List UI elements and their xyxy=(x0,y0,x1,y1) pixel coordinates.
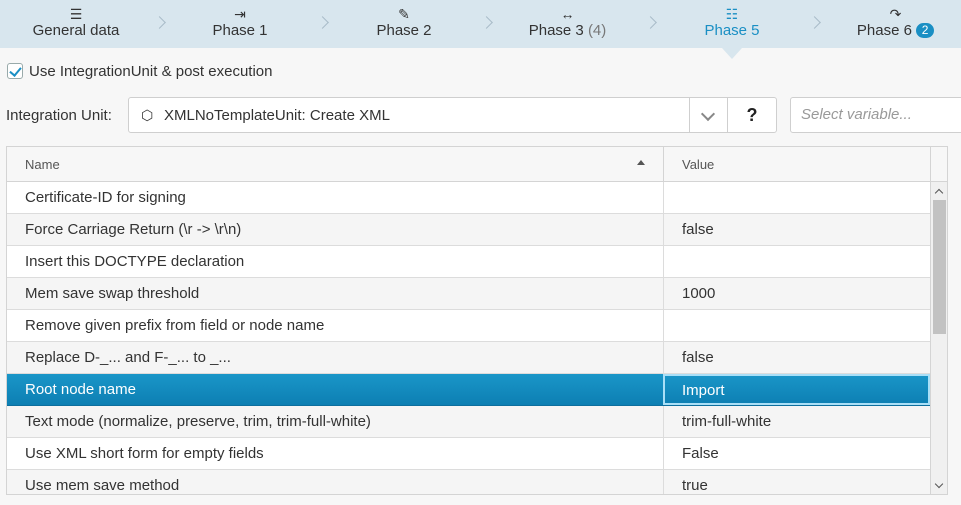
phase-6[interactable]: ↷ Phase 6 2 xyxy=(848,0,943,48)
phase-label: Phase 1 xyxy=(212,22,268,39)
integration-unit-select[interactable]: ⬡ XMLNoTemplateUnit: Create XML xyxy=(128,97,728,133)
phase-label: Phase 2 xyxy=(376,22,432,39)
use-integration-unit-row[interactable]: Use IntegrationUnit & post execution xyxy=(7,62,272,80)
select-variable-input[interactable]: Select variable... xyxy=(790,97,961,133)
property-name-cell: Use mem save method xyxy=(25,477,180,494)
table-row[interactable]: Root node name Import xyxy=(7,374,930,406)
header-corner xyxy=(930,147,947,181)
property-value-cell[interactable]: 1000 xyxy=(663,278,930,309)
phase-3[interactable]: ↔ Phase 3 (4) xyxy=(515,0,620,48)
phase-label: Phase 5 xyxy=(704,22,760,39)
chevron-right-icon xyxy=(480,16,493,29)
table-row[interactable]: Text mode (normalize, preserve, trim, tr… xyxy=(7,406,930,438)
use-integration-unit-label[interactable]: Use IntegrationUnit & post execution xyxy=(29,63,272,80)
step-in-icon: ⇥ xyxy=(234,6,246,22)
phase-general-data[interactable]: ☰ General data xyxy=(20,0,132,48)
scroll-down-icon[interactable] xyxy=(934,479,944,489)
share-arrow-icon: ↷ xyxy=(889,6,902,22)
grid-header: Name Value xyxy=(7,147,947,182)
property-value-cell[interactable] xyxy=(663,182,930,213)
property-value-cell[interactable]: trim-full-white xyxy=(663,406,930,437)
property-value-cell[interactable]: false xyxy=(663,342,930,373)
arrows-horizontal-icon: ↔ xyxy=(560,6,575,22)
property-value-cell[interactable] xyxy=(663,310,930,341)
file-edit-icon: ✎ xyxy=(398,6,410,22)
table-row[interactable]: Insert this DOCTYPE declaration xyxy=(7,246,930,278)
phase-label: Phase 6 2 xyxy=(848,22,943,40)
table-row[interactable]: Force Carriage Return (\r -> \r\n) false xyxy=(7,214,930,246)
table-row[interactable]: Mem save swap threshold 1000 xyxy=(7,278,930,310)
integration-unit-value: XMLNoTemplateUnit: Create XML xyxy=(164,107,390,124)
phase-label: General data xyxy=(32,22,120,39)
phase-badge: 2 xyxy=(916,23,935,38)
property-name-cell: Force Carriage Return (\r -> \r\n) xyxy=(25,221,242,238)
table-row[interactable]: Certificate-ID for signing xyxy=(7,182,930,214)
property-name-cell: Mem save swap threshold xyxy=(25,285,200,302)
property-name-cell: Use XML short form for empty fields xyxy=(25,445,264,462)
cubes-icon: ⬡ xyxy=(141,107,154,123)
property-name-cell: Replace D-_... and F-_... to _... xyxy=(25,349,231,366)
property-value-cell[interactable] xyxy=(663,246,930,277)
grid-body: Certificate-ID for signing Force Carriage… xyxy=(7,182,930,494)
column-header-name[interactable]: Name xyxy=(25,157,60,172)
chevron-down-icon[interactable] xyxy=(689,98,727,132)
phase-navigation: ☰ General data ⇥ Phase 1 ✎ Phase 2 ↔ Pha… xyxy=(0,0,961,48)
list-icon: ☰ xyxy=(69,6,83,22)
property-value-cell[interactable]: Import xyxy=(663,374,930,405)
property-name-cell: Certificate-ID for signing xyxy=(25,189,186,206)
active-phase-pointer xyxy=(722,48,742,59)
table-row[interactable]: Replace D-_... and F-_... to _... false xyxy=(7,342,930,374)
phase-5[interactable]: ☷ Phase 5 xyxy=(682,0,782,48)
phase-name: Phase 3 xyxy=(528,22,584,39)
property-name-cell: Root node name xyxy=(25,381,136,398)
scroll-up-icon[interactable] xyxy=(934,188,944,198)
server-icon: ☷ xyxy=(725,6,739,22)
properties-grid: Name Value Certificate-ID for signing For… xyxy=(6,146,948,495)
property-name-cell: Insert this DOCTYPE declaration xyxy=(25,253,245,270)
phase-name: Phase 6 xyxy=(856,22,912,39)
table-row[interactable]: Use mem save method true xyxy=(7,470,930,494)
table-row[interactable]: Remove given prefix from field or node n… xyxy=(7,310,930,342)
use-integration-unit-checkbox[interactable] xyxy=(7,63,23,79)
integration-unit-label: Integration Unit: xyxy=(6,107,112,124)
chevron-right-icon xyxy=(153,16,166,29)
property-value-cell[interactable]: false xyxy=(663,214,930,245)
table-row[interactable]: Use XML short form for empty fields False xyxy=(7,438,930,470)
sort-ascending-icon[interactable] xyxy=(637,160,645,165)
phase-label: Phase 3 (4) xyxy=(515,22,620,40)
property-value-cell[interactable]: true xyxy=(663,470,930,494)
property-value-cell[interactable]: False xyxy=(663,438,930,469)
phase-1[interactable]: ⇥ Phase 1 xyxy=(190,0,290,48)
scroll-thumb[interactable] xyxy=(933,200,946,334)
help-button[interactable]: ? xyxy=(727,97,777,133)
column-header-value[interactable]: Value xyxy=(663,147,930,181)
property-name-cell: Remove given prefix from field or node n… xyxy=(25,317,325,334)
chevron-right-icon xyxy=(316,16,329,29)
chevron-right-icon xyxy=(808,16,821,29)
vertical-scrollbar[interactable] xyxy=(930,182,947,494)
phase-2[interactable]: ✎ Phase 2 xyxy=(354,0,454,48)
phase-count: (4) xyxy=(587,22,607,39)
chevron-right-icon xyxy=(644,16,657,29)
property-name-cell: Text mode (normalize, preserve, trim, tr… xyxy=(25,413,371,430)
